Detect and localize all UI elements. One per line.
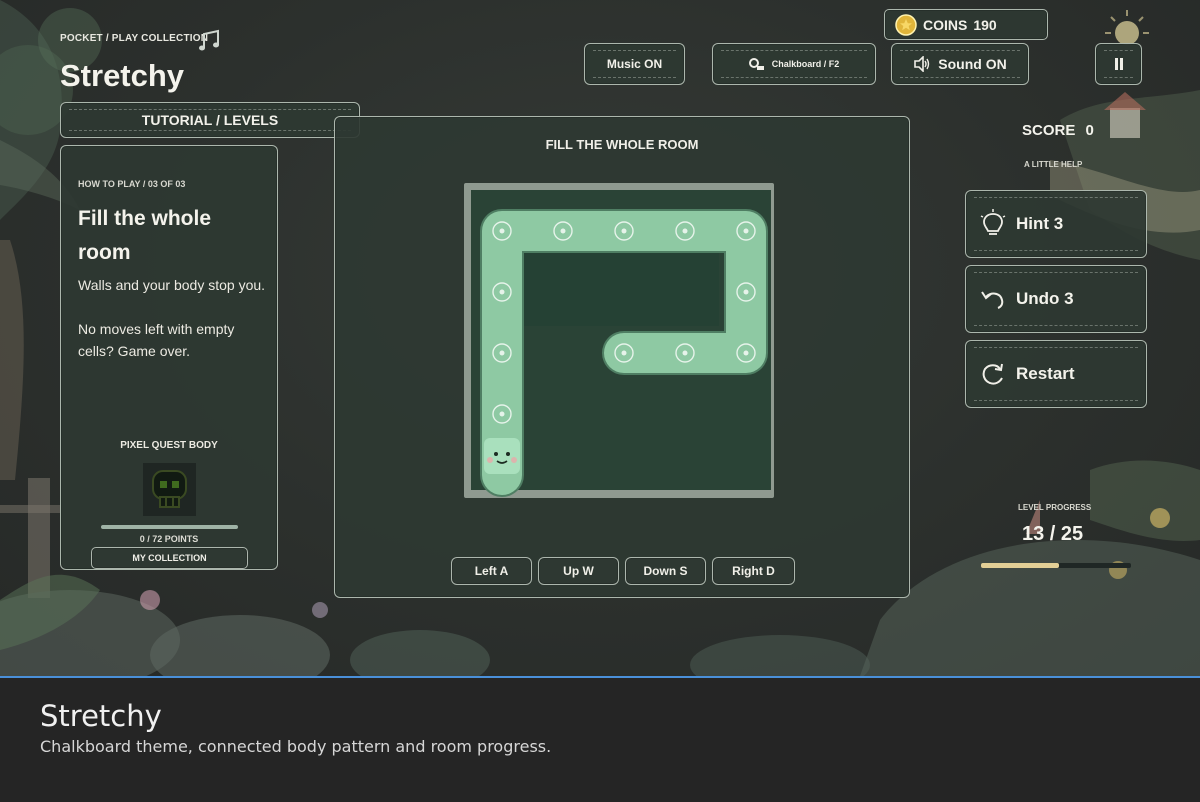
level-objective-title: FILL THE WHOLE ROOM — [545, 137, 699, 152]
music-toggle-label: Music ON — [606, 57, 663, 71]
move-down-button[interactable]: Down S — [625, 557, 706, 585]
move-down-label: Down S — [643, 564, 688, 578]
score-label: SCORE — [1022, 122, 1076, 139]
restart-button[interactable]: Restart — [965, 340, 1147, 408]
move-up-label: Up W — [563, 564, 594, 578]
music-toggle-button[interactable]: Music ON — [584, 43, 685, 85]
game-board-background: POCKET / PLAY COLLECTION Stretchy TUTORI… — [0, 0, 1200, 676]
tutorial-heading: Fill the whole room — [78, 207, 212, 264]
caption-title: Stretchy — [40, 699, 162, 733]
level-progress-value: 13 / 25 — [1022, 523, 1084, 545]
undo-button[interactable]: Undo 3 — [965, 265, 1147, 333]
tutorial-levels-toggle[interactable]: TUTORIAL / LEVELS — [60, 102, 360, 138]
move-left-label: Left A — [474, 564, 509, 578]
restart-icon — [982, 363, 1003, 385]
caption-bar: Stretchy Chalkboard theme, connected bod… — [0, 676, 1200, 802]
tutorial-paragraph: Walls and your body stop you. — [78, 277, 266, 293]
theme-select-button[interactable]: Chalkboard / F2 — [712, 43, 876, 85]
score-value: 0 — [1085, 122, 1094, 139]
score-display: SCORE 0 — [1022, 122, 1094, 139]
collection-points: 0 / 72 POINTS — [139, 534, 199, 544]
sound-toggle-button[interactable]: Sound ON — [891, 43, 1029, 85]
level-progress-bar — [981, 563, 1131, 568]
coins-counter: COINS 190 — [884, 9, 1048, 40]
move-right-button[interactable]: Right D — [712, 557, 795, 585]
tutorial-step: HOW TO PLAY / 03 OF 03 — [78, 179, 186, 189]
move-up-button[interactable]: Up W — [538, 557, 619, 585]
coin-icon — [895, 13, 917, 36]
help-label: A LITTLE HELP — [1024, 160, 1083, 169]
lightbulb-icon — [980, 209, 1006, 235]
tutorial-body: Walls and your body stop you. No moves l… — [78, 274, 268, 384]
undo-label: Undo 3 — [1016, 289, 1074, 308]
theme-key-icon — [748, 58, 764, 70]
breadcrumb: POCKET / PLAY COLLECTION — [60, 33, 209, 44]
level-progress-fill — [981, 563, 1059, 568]
sound-toggle-label: Sound ON — [938, 56, 1007, 72]
caption-subtitle: Chalkboard theme, connected body pattern… — [40, 737, 552, 756]
tutorial-levels-label: TUTORIAL / LEVELS — [141, 112, 279, 128]
my-collection-button[interactable]: MY COLLECTION — [91, 547, 248, 569]
music-note-icon — [199, 29, 219, 51]
collection-progress-bar — [101, 525, 238, 529]
stretchy-head[interactable] — [484, 438, 520, 474]
pixel-skull-avatar — [143, 463, 196, 516]
coins-value: 190 — [973, 16, 997, 33]
speaker-icon — [914, 56, 930, 72]
level-progress-label: LEVEL PROGRESS — [1018, 503, 1092, 512]
pause-button[interactable] — [1095, 43, 1142, 85]
collection-title: PIXEL QUEST BODY — [120, 440, 218, 451]
tutorial-paragraph: No moves left with empty cells? Game ove… — [78, 321, 235, 359]
restart-label: Restart — [1016, 364, 1075, 383]
hint-button[interactable]: Hint 3 — [965, 190, 1147, 258]
pause-icon — [1114, 58, 1123, 70]
room-grid[interactable] — [463, 182, 783, 502]
play-area-panel: FILL THE WHOLE ROOM Left A Up W Down S R… — [334, 116, 910, 598]
theme-select-label: Chalkboard / F2 — [771, 59, 840, 69]
coins-label: COINS — [923, 16, 968, 33]
my-collection-label: MY COLLECTION — [132, 553, 207, 563]
undo-arrow-icon — [981, 291, 1004, 309]
skull-icon — [152, 470, 187, 508]
tutorial-panel: HOW TO PLAY / 03 OF 03 Fill the whole ro… — [60, 145, 278, 570]
move-right-label: Right D — [732, 564, 775, 578]
hint-label: Hint 3 — [1016, 214, 1064, 233]
page-title: Stretchy — [60, 58, 185, 93]
move-left-button[interactable]: Left A — [451, 557, 532, 585]
